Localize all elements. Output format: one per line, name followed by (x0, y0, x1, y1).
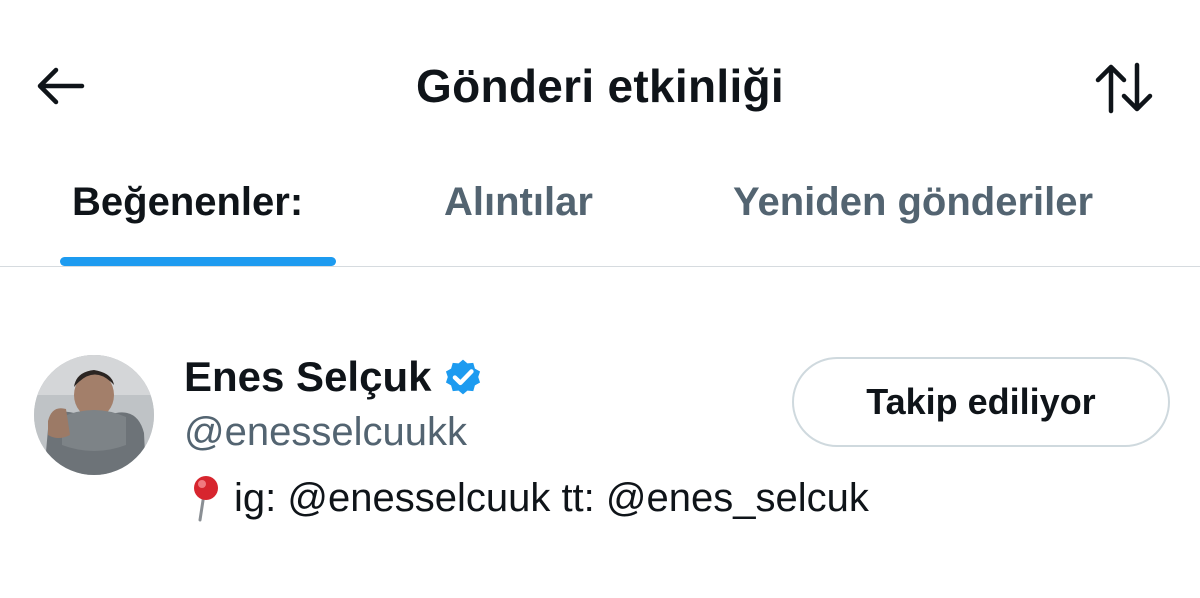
post-activity-screen: Gönderi etkinliği Beğenenler: Alıntılar … (0, 0, 1200, 598)
following-button[interactable]: Takip ediliyor (792, 357, 1170, 447)
active-tab-indicator (60, 257, 336, 266)
avatar[interactable] (34, 355, 154, 475)
user-list-item[interactable]: Enes Selçuk @enesselcuukk ig: @enesselcu… (0, 267, 1200, 598)
header: Gönderi etkinliği (0, 0, 1200, 150)
display-name[interactable]: Enes Selçuk (184, 351, 431, 403)
user-handle: @enesselcuukk (184, 410, 467, 454)
verified-badge-icon (446, 359, 481, 395)
tab-reposts[interactable]: Yeniden gönderiler (733, 178, 1093, 226)
display-name-row: Enes Selçuk (184, 351, 485, 403)
bio-text: ig: @enesselcuuk tt: @enes_selcuk (234, 476, 869, 520)
user-bio: ig: @enesselcuuk tt: @enes_selcuk (186, 473, 869, 523)
page-title: Gönderi etkinliği (415, 60, 785, 112)
tab-likes[interactable]: Beğenenler: (72, 178, 303, 226)
tab-quotes[interactable]: Alıntılar (444, 178, 593, 226)
sort-arrows-icon (1095, 62, 1153, 114)
round-pushpin-icon (194, 476, 218, 522)
avatar-image (34, 355, 154, 475)
tab-bar: Beğenenler: Alıntılar Yeniden gönderiler (0, 150, 1200, 267)
sort-button[interactable] (1086, 50, 1162, 126)
